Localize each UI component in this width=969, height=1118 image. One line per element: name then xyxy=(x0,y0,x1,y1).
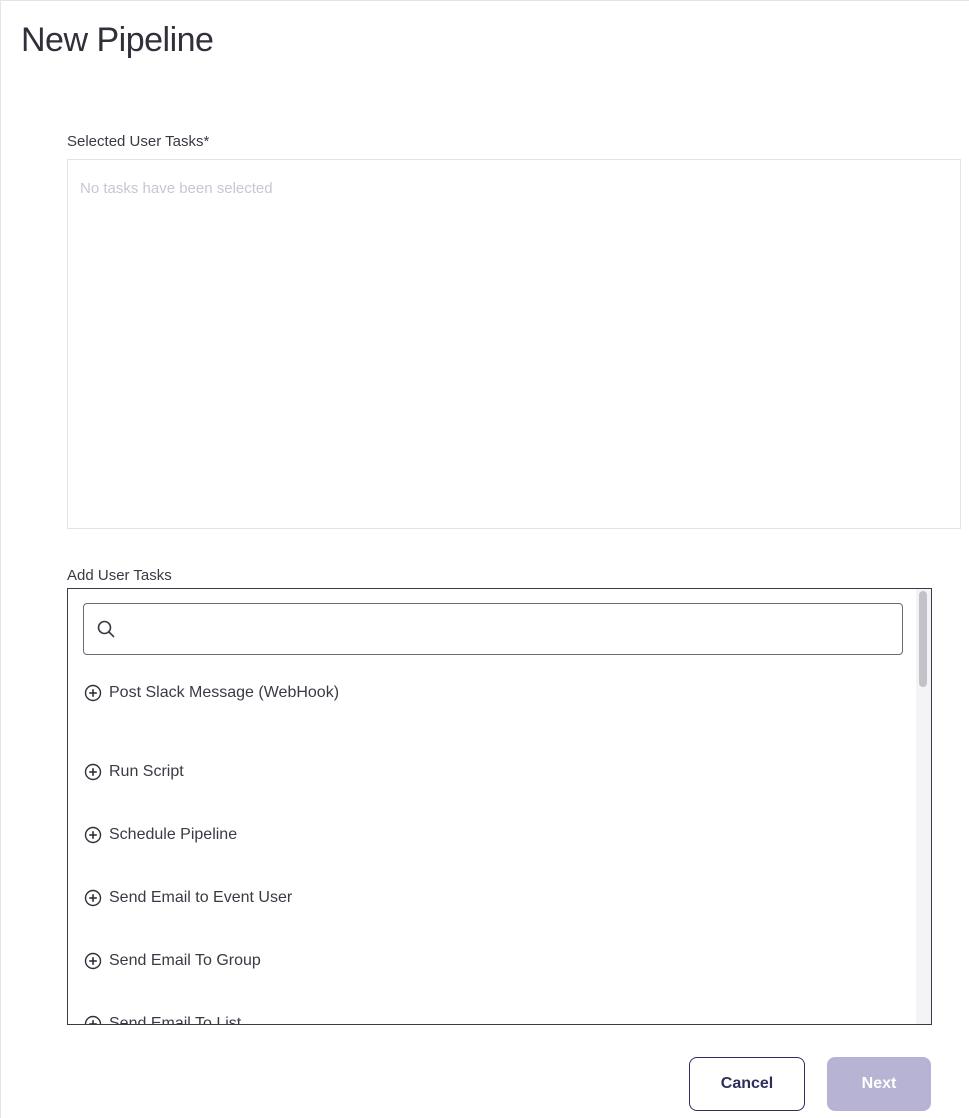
task-item-send-email-event-user[interactable]: Send Email to Event User xyxy=(84,866,339,929)
task-item-post-slack-message[interactable]: Post Slack Message (WebHook) xyxy=(84,677,339,709)
task-item-send-email-list[interactable]: Send Email To List xyxy=(84,992,339,1025)
add-circle-icon xyxy=(84,826,102,843)
add-tasks-panel: Post Slack Message (WebHook) Run Script … xyxy=(67,588,932,1025)
task-item-send-email-group[interactable]: Send Email To Group xyxy=(84,929,339,992)
task-list-scrollbar[interactable] xyxy=(916,589,931,1024)
task-item-label: Send Email to Event User xyxy=(109,888,293,906)
add-circle-icon xyxy=(84,684,102,702)
task-item-label: Post Slack Message (WebHook) xyxy=(109,684,340,701)
add-circle-icon xyxy=(84,1015,102,1024)
dialog-frame: New Pipeline Selected User Tasks* No tas… xyxy=(0,0,969,1118)
add-circle-icon xyxy=(84,889,102,906)
search-icon xyxy=(97,620,115,638)
add-circle-icon xyxy=(84,952,102,969)
search-input[interactable] xyxy=(124,604,898,656)
task-item-schedule-pipeline[interactable]: Schedule Pipeline xyxy=(84,803,339,866)
next-button[interactable]: Next xyxy=(827,1057,931,1111)
selected-tasks-box[interactable]: No tasks have been selected xyxy=(67,159,961,529)
empty-tasks-message: No tasks have been selected xyxy=(80,180,273,197)
task-item-run-script[interactable]: Run Script xyxy=(84,740,339,803)
task-list: Post Slack Message (WebHook) Run Script … xyxy=(84,677,339,1025)
task-item-label: Send Email To List xyxy=(109,1014,242,1025)
task-item-label: Schedule Pipeline xyxy=(109,825,238,843)
task-item-label: Run Script xyxy=(109,762,184,780)
add-tasks-label: Add User Tasks xyxy=(67,567,172,584)
cancel-button[interactable]: Cancel xyxy=(689,1057,805,1111)
selected-tasks-label: Selected User Tasks* xyxy=(67,133,210,150)
add-circle-icon xyxy=(84,763,102,780)
task-item-label: Send Email To Group xyxy=(109,951,261,969)
page-title: New Pipeline xyxy=(21,21,214,59)
scrollbar-thumb[interactable] xyxy=(919,591,927,687)
search-field[interactable] xyxy=(83,603,903,656)
